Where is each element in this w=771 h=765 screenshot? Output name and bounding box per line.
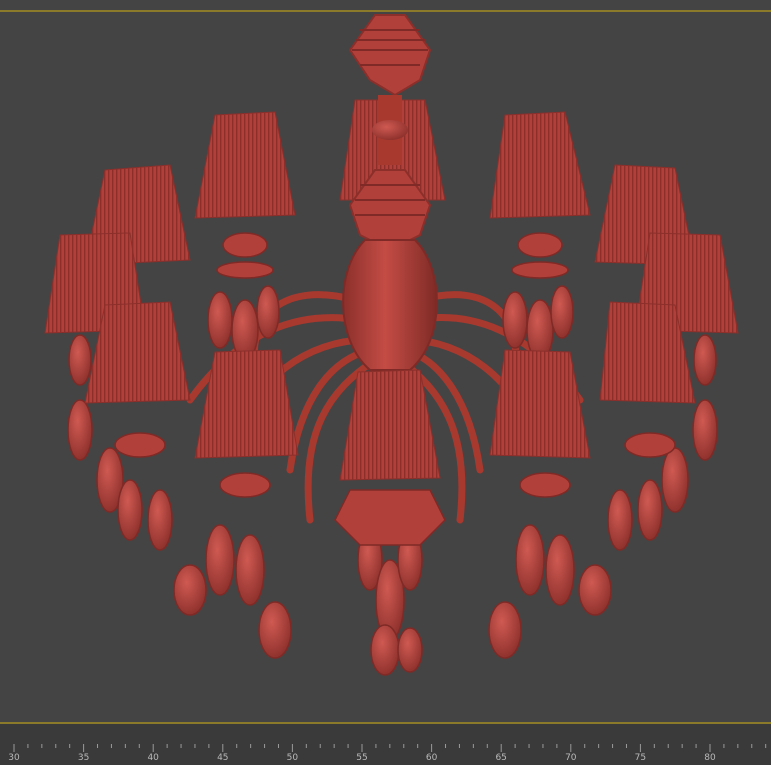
timeline-track-bar[interactable]: 30 35 40 45 50 55 60 65 70 75 80	[0, 724, 771, 765]
timeline-tick-label: 65	[495, 753, 507, 763]
timeline-tick-label: 80	[704, 753, 716, 763]
timeline-tick-label: 70	[565, 753, 577, 763]
timeline-tick-label: 30	[8, 753, 20, 763]
timeline-tick-label: 60	[425, 753, 438, 763]
timeline-tick-label: 75	[634, 753, 647, 763]
timeline-tick-label: 55	[356, 753, 368, 763]
timeline-tick-label: 35	[77, 753, 90, 763]
timeline-tick-label: 45	[217, 753, 229, 763]
timeline-tick-label: 50	[286, 753, 299, 763]
chandelier-model[interactable]	[0, 0, 771, 722]
3d-viewport[interactable]	[0, 0, 771, 765]
timeline-ruler	[13, 744, 767, 752]
timeline-tick-label: 40	[147, 753, 159, 763]
